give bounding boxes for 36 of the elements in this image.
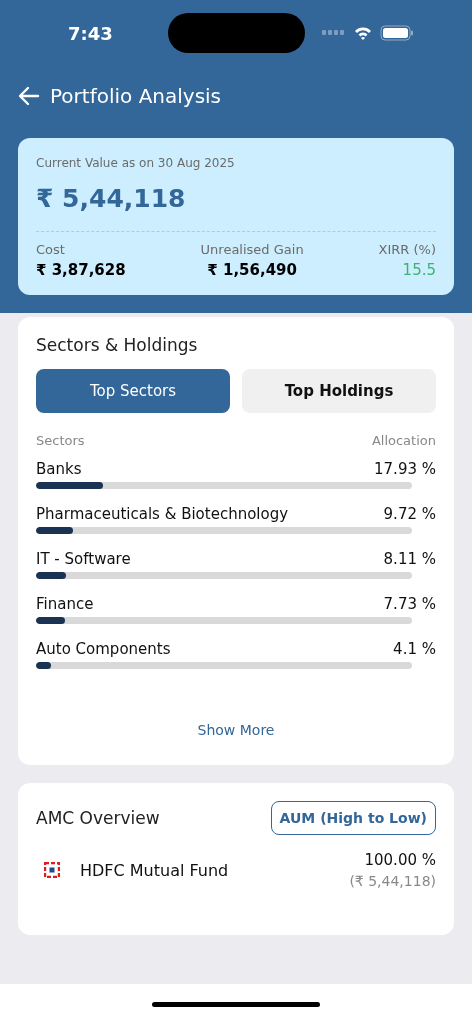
fund-logo-icon (44, 862, 60, 878)
column-header: Sectors (36, 433, 85, 448)
card-title: Sectors & Holdings (36, 335, 199, 355)
stat-label: Cost (36, 242, 65, 257)
stat-value: ₹ 3,87,628 (36, 261, 126, 279)
fund-percent: 100.00 % (364, 851, 436, 869)
tab[interactable]: Top Holdings (242, 369, 436, 413)
back-button[interactable] (18, 86, 40, 106)
fund-amount: (₹ 5,44,118) (349, 873, 436, 889)
sector-allocation: 4.1 % (393, 640, 436, 658)
wifi-icon (354, 26, 372, 40)
sector-name: IT - Software (36, 550, 131, 568)
sector-allocation: 8.11 % (383, 550, 436, 568)
sector-name: Auto Components (36, 640, 171, 658)
sector-name: Finance (36, 595, 94, 613)
sector-allocation: 9.72 % (383, 505, 436, 523)
sector-name: Banks (36, 460, 82, 478)
signal-icon (322, 30, 346, 36)
stat-label: Unrealised Gain (200, 242, 304, 257)
sort-button[interactable]: AUM (High to Low) (270, 801, 436, 835)
status-time: 7:43 (68, 22, 113, 44)
fund-name: HDFC Mutual Fund (80, 860, 229, 880)
battery-icon (380, 25, 414, 41)
stat-value: ₹ 1,56,490 (207, 261, 297, 279)
sector-allocation: 17.93 % (374, 460, 436, 478)
card-title: AMC Overview (36, 808, 160, 828)
column-header: Allocation (371, 433, 436, 448)
current-value-caption: Current Value as on 30 Aug 2025 (36, 156, 236, 170)
tab[interactable]: Top Sectors (36, 369, 230, 413)
sector-allocation: 7.73 % (383, 595, 436, 613)
page-title: Portfolio Analysis (50, 84, 222, 108)
current-value: ₹ 5,44,118 (36, 184, 187, 213)
show-more-link[interactable]: Show More (191, 721, 281, 739)
stat-value: 15.5 (402, 261, 436, 279)
stat-label: XIRR (%) (378, 242, 436, 257)
sector-name: Pharmaceuticals & Biotechnology (36, 505, 289, 523)
